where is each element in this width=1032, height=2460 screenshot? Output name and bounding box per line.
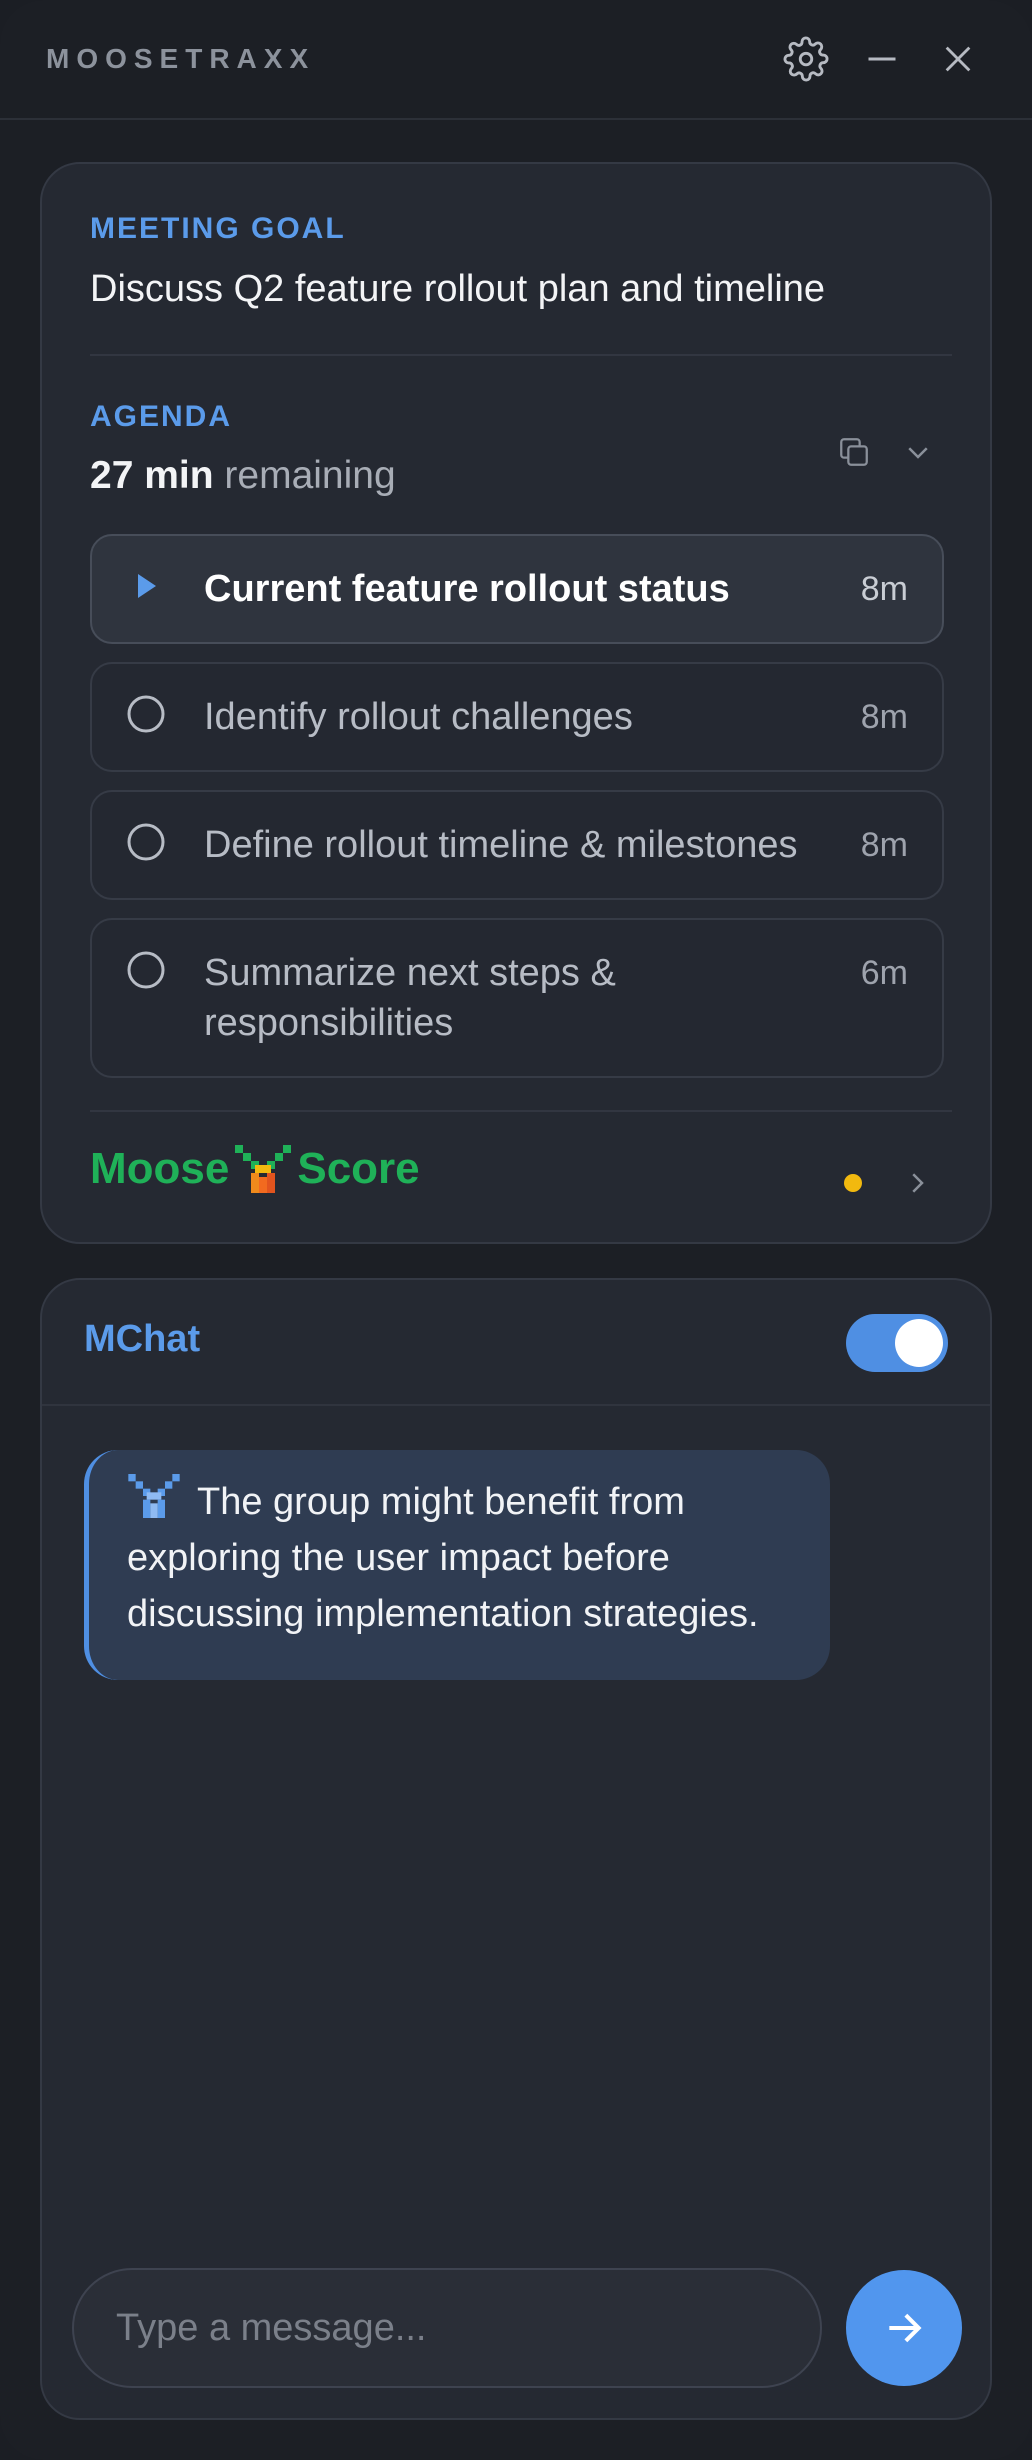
copy-agenda-button[interactable] — [826, 424, 882, 480]
agenda-item[interactable]: Summarize next steps & responsibilities … — [90, 918, 944, 1078]
time-remaining-suffix: remaining — [213, 454, 396, 497]
moosescore-label-right: Score — [297, 1144, 420, 1193]
moose-logo-icon — [235, 1145, 292, 1193]
close-icon — [945, 46, 971, 72]
agenda-item-text: Current feature rollout status — [204, 568, 730, 610]
moose-bot-icon — [128, 1474, 180, 1518]
settings-button[interactable] — [778, 31, 834, 87]
moosescore-link[interactable]: Moose Score — [90, 1144, 420, 1194]
agenda-item-duration: 8m — [860, 826, 908, 864]
minimize-button[interactable] — [854, 31, 910, 87]
circle-icon — [127, 695, 165, 733]
divider — [90, 1110, 952, 1112]
meeting-goal-label: MEETING GOAL — [90, 212, 346, 245]
gear-icon — [783, 36, 829, 82]
meeting-card: MEETING GOAL Discuss Q2 feature rollout … — [40, 162, 992, 1244]
send-button[interactable] — [846, 2270, 962, 2386]
chat-message-text: The group might benefit from exploring t… — [127, 1481, 759, 1635]
time-remaining-value: 27 min — [90, 454, 214, 497]
chat-toggle[interactable] — [846, 1314, 948, 1372]
collapse-agenda-button[interactable] — [890, 424, 946, 480]
agenda-label: AGENDA — [90, 400, 233, 433]
status-dot — [844, 1174, 862, 1192]
play-icon — [138, 574, 156, 598]
close-button[interactable] — [930, 31, 986, 87]
chat-message: The group might benefit from exploring t… — [84, 1450, 830, 1680]
toggle-knob — [895, 1319, 943, 1367]
moosescore-expand-button[interactable] — [892, 1158, 942, 1208]
message-input-wrapper — [72, 2268, 822, 2388]
circle-icon — [127, 823, 165, 861]
minimize-icon — [868, 57, 896, 61]
agenda-item-duration: 8m — [860, 570, 908, 608]
time-remaining: 27 min remaining — [90, 454, 396, 498]
agenda-list: Current feature rollout status 8m Identi… — [90, 534, 944, 1096]
agenda-item[interactable]: Identify rollout challenges 8m — [90, 662, 944, 772]
divider — [90, 354, 952, 356]
app-title: MOOSETRAXX — [46, 43, 316, 74]
agenda-item-duration: 6m — [860, 954, 908, 992]
agenda-item-text: Define rollout timeline & milestones — [204, 824, 798, 866]
agenda-item[interactable]: Current feature rollout status 8m — [90, 534, 944, 644]
chat-header: MChat — [42, 1280, 990, 1406]
message-input[interactable] — [74, 2270, 820, 2386]
agenda-item-duration: 8m — [860, 698, 908, 736]
app-window: MOOSETRAXX MEETING GOAL Discuss Q2 featu… — [0, 0, 1032, 2460]
agenda-item[interactable]: Define rollout timeline & milestones 8m — [90, 790, 944, 900]
moosescore-label-left: Moose — [90, 1144, 230, 1193]
agenda-item-text: Summarize next steps & responsibilities — [204, 952, 616, 1044]
chevron-right-icon — [912, 1173, 924, 1193]
title-bar: MOOSETRAXX — [0, 0, 1032, 120]
circle-icon — [127, 951, 165, 989]
agenda-tools — [818, 424, 946, 480]
agenda-item-text: Identify rollout challenges — [204, 696, 633, 738]
arrow-right-icon — [889, 2313, 922, 2343]
chat-card: MChat The group might benefit from explo… — [40, 1278, 992, 2420]
meeting-goal-text: Discuss Q2 feature rollout plan and time… — [90, 268, 826, 310]
chat-title: MChat — [84, 1318, 201, 1360]
chevron-down-icon — [908, 447, 928, 459]
copy-icon — [840, 438, 868, 466]
